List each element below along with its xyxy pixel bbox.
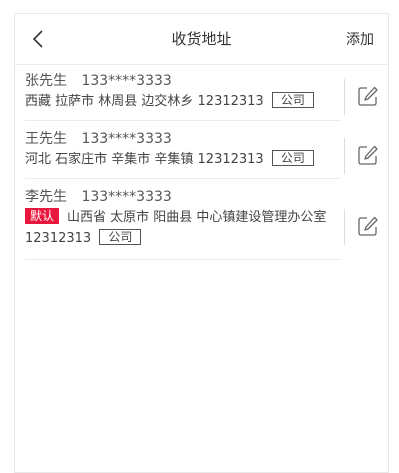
header-bar: 收货地址 添加: [15, 14, 388, 65]
address-text: 山西省 太原市 阳曲县 中心镇建设管理办公室: [67, 210, 327, 225]
contact-phone: 133****3333: [81, 131, 172, 147]
address-page: 收货地址 添加 张先生 133****3333 西藏 拉萨市 林周县 边交林乡 …: [14, 13, 389, 473]
address-line: 西藏 拉萨市 林周县 边交林乡 12312313 公司: [25, 91, 341, 112]
default-badge: 默认: [25, 208, 60, 224]
edit-icon: [358, 86, 378, 106]
page-title: 收货地址: [171, 30, 232, 48]
edit-address-button[interactable]: [344, 209, 388, 245]
edit-icon: [358, 145, 378, 165]
address-line: 12312313 公司: [25, 228, 341, 249]
contact-line: 王先生 133****3333: [25, 129, 341, 149]
address-text: 西藏 拉萨市 林周县 边交林乡 12312313: [25, 94, 264, 109]
contact-line: 张先生 133****3333: [25, 71, 341, 91]
address-tag: 公司: [99, 229, 142, 245]
contact-name: 李先生: [25, 189, 67, 205]
address-list: 张先生 133****3333 西藏 拉萨市 林周县 边交林乡 12312313…: [15, 71, 388, 260]
contact-name: 张先生: [25, 73, 67, 89]
contact-name: 王先生: [25, 131, 67, 147]
address-line: 默认 山西省 太原市 阳曲县 中心镇建设管理办公室: [25, 207, 341, 228]
address-item[interactable]: 张先生 133****3333 西藏 拉萨市 林周县 边交林乡 12312313…: [25, 71, 341, 121]
address-tag: 公司: [271, 92, 314, 108]
contact-phone: 133****3333: [81, 189, 172, 205]
edit-icon: [358, 216, 378, 236]
address-tag: 公司: [271, 150, 314, 166]
address-text: 河北 石家庄市 辛集市 辛集镇 12312313: [25, 152, 264, 167]
address-item[interactable]: 王先生 133****3333 河北 石家庄市 辛集市 辛集镇 12312313…: [25, 121, 341, 179]
edit-address-button[interactable]: [344, 79, 388, 115]
edit-address-button[interactable]: [344, 138, 388, 174]
address-item[interactable]: 李先生 133****3333 默认 山西省 太原市 阳曲县 中心镇建设管理办公室…: [25, 179, 341, 260]
address-text: 12312313: [25, 231, 92, 246]
contact-line: 李先生 133****3333: [25, 187, 341, 207]
contact-phone: 133****3333: [81, 73, 172, 89]
add-address-button[interactable]: 添加: [346, 29, 374, 49]
address-line: 河北 石家庄市 辛集市 辛集镇 12312313 公司: [25, 149, 341, 170]
